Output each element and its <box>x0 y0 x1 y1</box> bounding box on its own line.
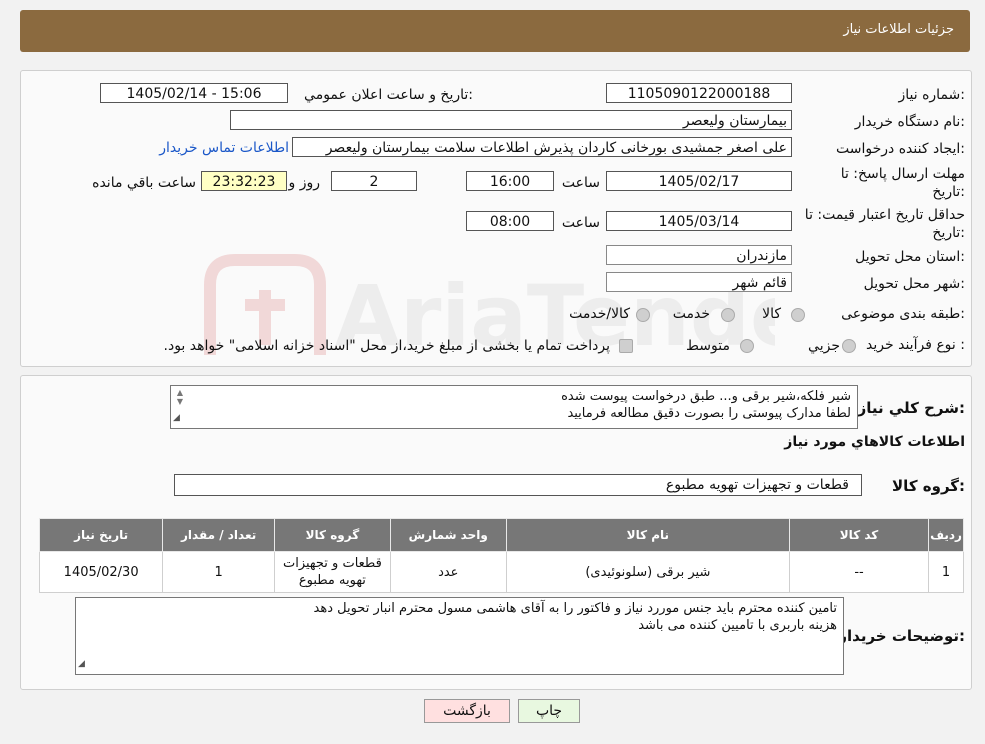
scroll-arrows-icon[interactable]: ▲ ▼ <box>173 388 187 406</box>
purchase-treasury-note: پرداخت تمام یا بخشی از مبلغ خرید،از محل … <box>163 338 610 354</box>
purchase-option-minor: جزيي <box>808 338 840 354</box>
description-textarea[interactable]: شیر فلکه،شیر برقی و... طبق درخواست پیوست… <box>170 385 858 429</box>
buyer-notes-label: توضيحات خريدار: <box>838 627 965 645</box>
col-date: تاريخ نياز <box>38 518 164 552</box>
buyer-contact-link[interactable]: اطلاعات تماس خریدار <box>159 140 289 156</box>
days-remaining-field[interactable]: 2 <box>331 171 417 191</box>
buyer-org-field[interactable]: بیمارستان ولیعصر <box>230 110 792 130</box>
need-number-label: شماره نیاز: <box>898 87 965 103</box>
goods-section-title: اطلاعات کالاهاي مورد نياز <box>784 434 965 450</box>
purchase-type-label: نوع فرآيند خريد : <box>866 337 965 353</box>
cell-name: شیر برقی (سلونوئیدی) <box>505 551 791 593</box>
remaining-label: ساعت باقي مانده <box>92 175 196 191</box>
validity-label: حداقل تاريخ اعتبار قيمت: تا <box>804 207 965 223</box>
announce-label: تاریخ و ساعت اعلان عمومي: <box>304 87 473 103</box>
deadline-time-label: ساعت <box>561 175 600 191</box>
cell-group: قطعات و تجهیزات تهویه مطبوع <box>273 551 391 593</box>
resize-grip-icon[interactable]: ◢ <box>173 410 180 427</box>
deadline-label-date: تاريخ: <box>932 184 965 200</box>
description-line-1: شیر فلکه،شیر برقی و... طبق درخواست پیوست… <box>561 389 851 404</box>
deadline-time-field[interactable]: 16:00 <box>466 171 554 191</box>
page-header: جزئیات اطلاعات نیاز <box>20 10 970 52</box>
description-line-2: لطفا مدارک پیوستی را بصورت دقیق مطالعه ف… <box>567 406 851 421</box>
deadline-date-field[interactable]: 1405/02/17 <box>606 171 792 191</box>
need-number-field[interactable]: 1105090122000188 <box>606 83 792 103</box>
buyer-notes-line-2: هزینه باربری با تامیین کننده می باشد <box>638 618 837 633</box>
purchase-radio-minor[interactable] <box>842 339 856 353</box>
col-row: رديف <box>928 518 964 552</box>
validity-time-label: ساعت <box>561 215 600 231</box>
description-label: شرح کلي نياز: <box>857 399 965 417</box>
cell-qty: 1 <box>162 551 275 593</box>
announce-datetime-field[interactable]: 1405/02/14 - 15:06 <box>100 83 288 103</box>
resize-grip-icon[interactable]: ◢ <box>78 656 85 673</box>
cell-code: -- <box>789 551 930 593</box>
col-qty: تعداد / مقدار <box>162 518 275 552</box>
requester-label: ایجاد کننده درخواست: <box>836 141 965 157</box>
requester-field[interactable]: علی اصغر جمشیدی بورخانی کاردان پذیرش اطل… <box>292 137 792 157</box>
remaining-time-field[interactable]: 23:32:23 <box>201 171 287 191</box>
category-option-goods-service: کالا/خدمت <box>569 306 630 322</box>
category-label: طبقه بندی موضوعی: <box>841 306 965 322</box>
cell-unit: عدد <box>389 551 507 593</box>
col-name: نام کالا <box>505 518 791 552</box>
print-button[interactable]: چاپ <box>518 699 580 723</box>
city-label: شهر محل تحويل: <box>863 276 965 292</box>
back-button[interactable]: بازگشت <box>424 699 510 723</box>
days-label: روز و <box>288 175 321 191</box>
col-unit: واحد شمارش <box>389 518 507 552</box>
city-field[interactable]: قائم شهر <box>606 272 792 292</box>
goods-group-label: گروه کالا: <box>892 477 965 495</box>
category-option-service: خدمت <box>672 306 710 322</box>
col-group: گروه کالا <box>273 518 391 552</box>
goods-table-header: رديف کد کالا نام کالا واحد شمارش گروه کا… <box>38 518 964 552</box>
goods-group-field[interactable]: قطعات و تجهیزات تهویه مطبوع <box>174 474 862 496</box>
validity-label-date: تاريخ: <box>932 225 965 241</box>
category-option-goods: کالا <box>762 306 781 322</box>
purchase-checkbox-treasury[interactable] <box>619 339 633 353</box>
cell-row: 1 <box>928 551 964 593</box>
cell-date: 1405/02/30 <box>38 551 164 593</box>
deadline-label: مهلت ارسال پاسخ: تا <box>840 166 965 182</box>
province-field[interactable]: مازندران <box>606 245 792 265</box>
category-radio-service[interactable] <box>721 308 735 322</box>
goods-table: رديف کد کالا نام کالا واحد شمارش گروه کا… <box>38 518 964 593</box>
table-row[interactable]: 1 -- شیر برقی (سلونوئیدی) عدد قطعات و تج… <box>38 551 964 593</box>
category-radio-goods[interactable] <box>791 308 805 322</box>
purchase-option-medium: متوسط <box>686 338 730 354</box>
buyer-notes-textarea[interactable]: تامین کننده محترم باید جنس موررد نیاز و … <box>75 597 844 675</box>
category-radio-goods-service[interactable] <box>636 308 650 322</box>
purchase-radio-medium[interactable] <box>740 339 754 353</box>
validity-date-field[interactable]: 1405/03/14 <box>606 211 792 231</box>
buyer-notes-line-1: تامین کننده محترم باید جنس موررد نیاز و … <box>313 601 837 616</box>
buyer-org-label: نام دستگاه خريدار: <box>854 114 965 130</box>
province-label: استان محل تحويل: <box>855 249 965 265</box>
page-title: جزئیات اطلاعات نیاز <box>843 22 954 37</box>
validity-time-field[interactable]: 08:00 <box>466 211 554 231</box>
col-code: کد کالا <box>789 518 930 552</box>
